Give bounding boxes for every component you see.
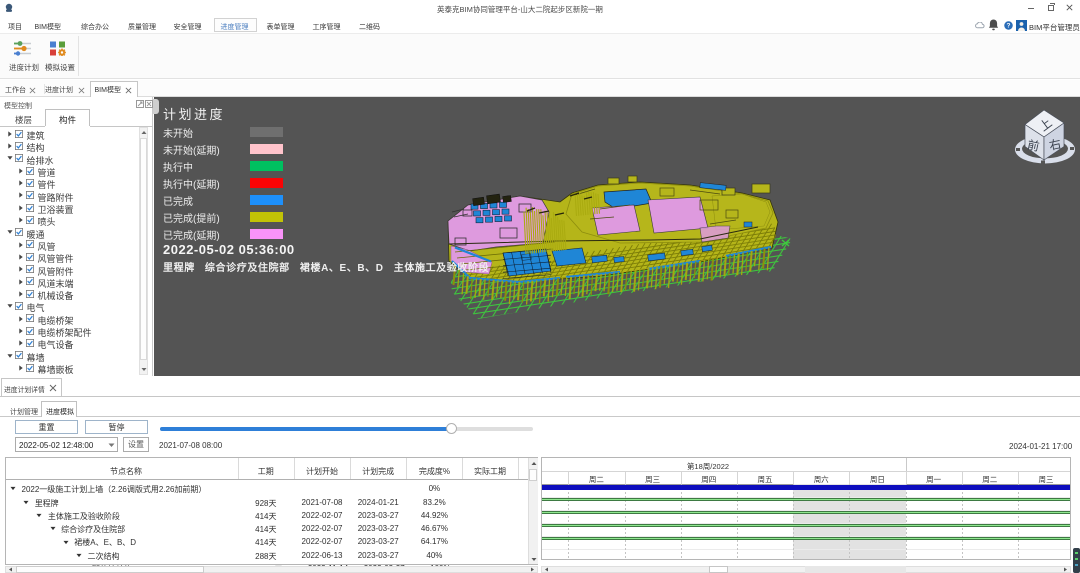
svg-text:?: ? [1007, 23, 1011, 30]
